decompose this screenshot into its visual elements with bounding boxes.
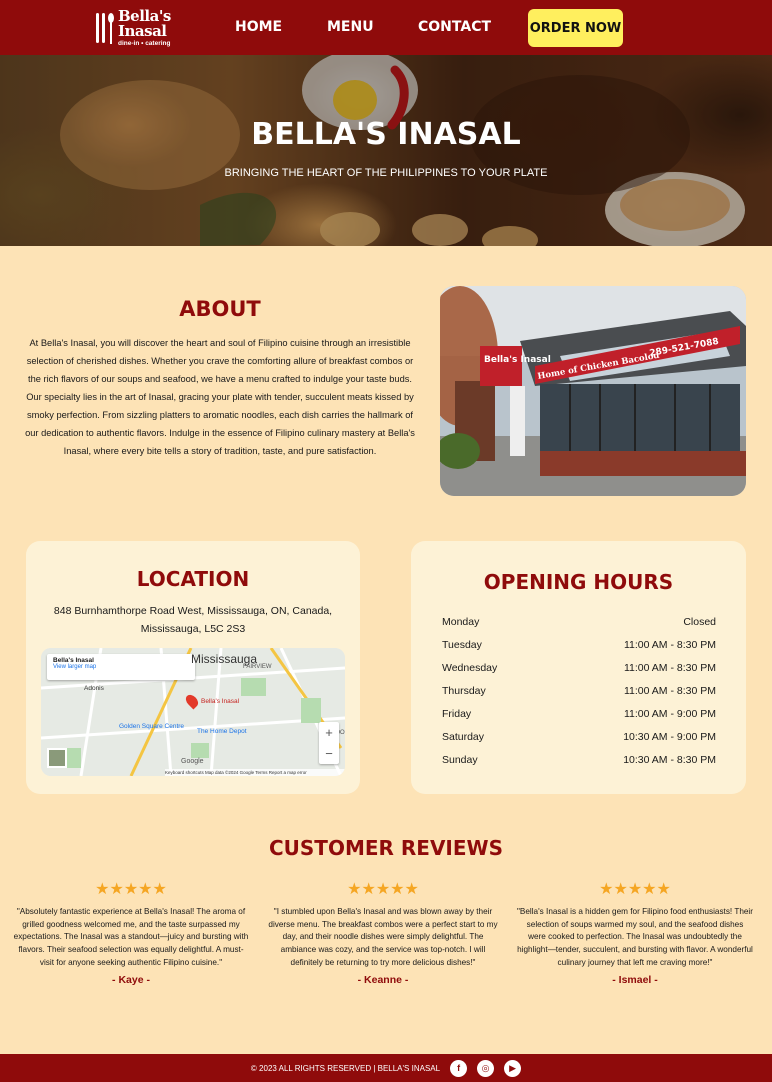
embedded-map[interactable]: Bella's Inasal View larger map Mississau… [41, 648, 345, 776]
star-rating-icon: ★★★★★ [347, 881, 419, 898]
map-zoom-out-button[interactable]: − [325, 746, 333, 761]
hours-day: Wednesday [442, 662, 498, 674]
review-author: - Kaye - [112, 973, 150, 986]
map-footer: Keyboard shortcuts Map data ©2024 Google… [165, 769, 345, 776]
logo-subtitle: dine-in • catering [118, 39, 171, 47]
hero-subtitle: BRINGING THE HEART OF THE PHILIPPINES TO… [224, 167, 548, 179]
storefront-sign-name: Bella's Inasal [484, 355, 551, 365]
hours-time: 11:00 AM - 8:30 PM [623, 662, 716, 674]
hours-row: Saturday 10:30 AM - 9:00 PM [442, 731, 716, 743]
hours-row: Monday Closed [442, 616, 716, 628]
map-label-golden-square: Golden Square Centre [119, 723, 185, 730]
hours-time: 11:00 AM - 8:30 PM [623, 639, 716, 651]
location-title: LOCATION [136, 567, 250, 591]
youtube-icon[interactable]: ▶ [504, 1059, 522, 1077]
hours-day: Friday [442, 708, 472, 720]
top-navbar: Bella's Inasal dine-in • catering HOME M… [0, 0, 772, 55]
hours-day: Saturday [442, 731, 485, 743]
order-now-button[interactable]: ORDER NOW [528, 9, 623, 47]
hero-title: BELLA'S INASAL [251, 117, 521, 152]
hours-day: Monday [442, 616, 480, 628]
instagram-icon[interactable]: ◎ [477, 1059, 495, 1077]
map-label-home-depot: The Home Depot [197, 728, 247, 735]
footer-copyright: © 2023 ALL RIGHTS RESERVED | BELLA'S INA… [250, 1063, 441, 1073]
logo-name-line2: Inasal [118, 21, 167, 40]
map-satellite-toggle[interactable] [47, 748, 67, 768]
hours-time: 11:00 AM - 9:00 PM [623, 708, 716, 720]
view-larger-map-link[interactable]: View larger map [53, 664, 189, 670]
map-pin-label: Bella's Inasal [201, 698, 240, 705]
review-text: "Absolutely fantastic experience at Bell… [13, 907, 249, 967]
review-author: - Keanne - [357, 973, 409, 986]
opening-hours-title: OPENING HOURS [483, 570, 674, 594]
customer-reviews-title: CUSTOMER REVIEWS [268, 836, 503, 860]
hours-row: Thursday 11:00 AM - 8:30 PM [442, 685, 716, 697]
map-zoom-in-button[interactable]: + [325, 725, 333, 740]
hours-row: Friday 11:00 AM - 9:00 PM [442, 708, 716, 720]
star-rating-icon: ★★★★★ [599, 881, 671, 898]
hours-row: Tuesday 11:00 AM - 8:30 PM [442, 639, 716, 651]
review-author: - Ismael - [612, 973, 658, 986]
hours-day: Tuesday [442, 639, 482, 651]
hours-row: Wednesday 11:00 AM - 8:30 PM [442, 662, 716, 674]
review-text: "Bella's Inasal is a hidden gem for Fili… [517, 907, 753, 967]
bellas-inasal-logo[interactable]: Bella's Inasal dine-in • catering [96, 8, 188, 47]
about-title: ABOUT [179, 297, 261, 321]
map-google-logo: Google [181, 758, 204, 765]
hours-day: Thursday [442, 685, 486, 697]
hours-time: 10:30 AM - 9:00 PM [623, 731, 716, 743]
location-card: LOCATION 848 Burnhamthorpe Road West, Mi… [26, 541, 360, 794]
hours-time: 11:00 AM - 8:30 PM [623, 685, 716, 697]
review-text: "I stumbled upon Bella's Inasal and was … [268, 907, 498, 967]
review-card: ★★★★★ "Absolutely fantastic experience a… [13, 880, 249, 986]
footer: © 2023 ALL RIGHTS RESERVED | BELLA'S INA… [0, 1054, 772, 1082]
review-card: ★★★★★ "I stumbled upon Bella's Inasal an… [265, 880, 501, 986]
hours-time: Closed [683, 616, 716, 628]
nav-link-menu[interactable]: MENU [327, 19, 374, 35]
hours-row: Sunday 10:30 AM - 8:30 PM [442, 754, 716, 766]
nav-link-home[interactable]: HOME [235, 19, 282, 35]
map-place-name: Bella's Inasal [53, 657, 94, 664]
hours-day: Sunday [442, 754, 478, 766]
hours-time: 10:30 AM - 8:30 PM [623, 754, 716, 766]
map-label-fairview: FAIRVIEW [243, 664, 272, 670]
facebook-icon[interactable]: f [450, 1059, 468, 1077]
storefront-photo: Bella's Inasal Home of Chicken Bacolod 2… [440, 286, 746, 496]
location-address: 848 Burnhamthorpe Road West, Mississauga… [53, 605, 333, 635]
map-label-adonis: Adonis [84, 685, 104, 692]
review-card: ★★★★★ "Bella's Inasal is a hidden gem fo… [517, 880, 753, 986]
opening-hours-card: OPENING HOURS Monday Closed Tuesday 11:00 … [411, 541, 746, 794]
about-text: At Bella's Inasal, you will discover the… [25, 338, 415, 456]
hero-banner: BELLA'S INASAL BRINGING THE HEART OF THE… [0, 55, 772, 246]
star-rating-icon: ★★★★★ [95, 881, 167, 898]
utensils-icon [96, 13, 114, 44]
nav-link-contact[interactable]: CONTACT [418, 19, 491, 35]
